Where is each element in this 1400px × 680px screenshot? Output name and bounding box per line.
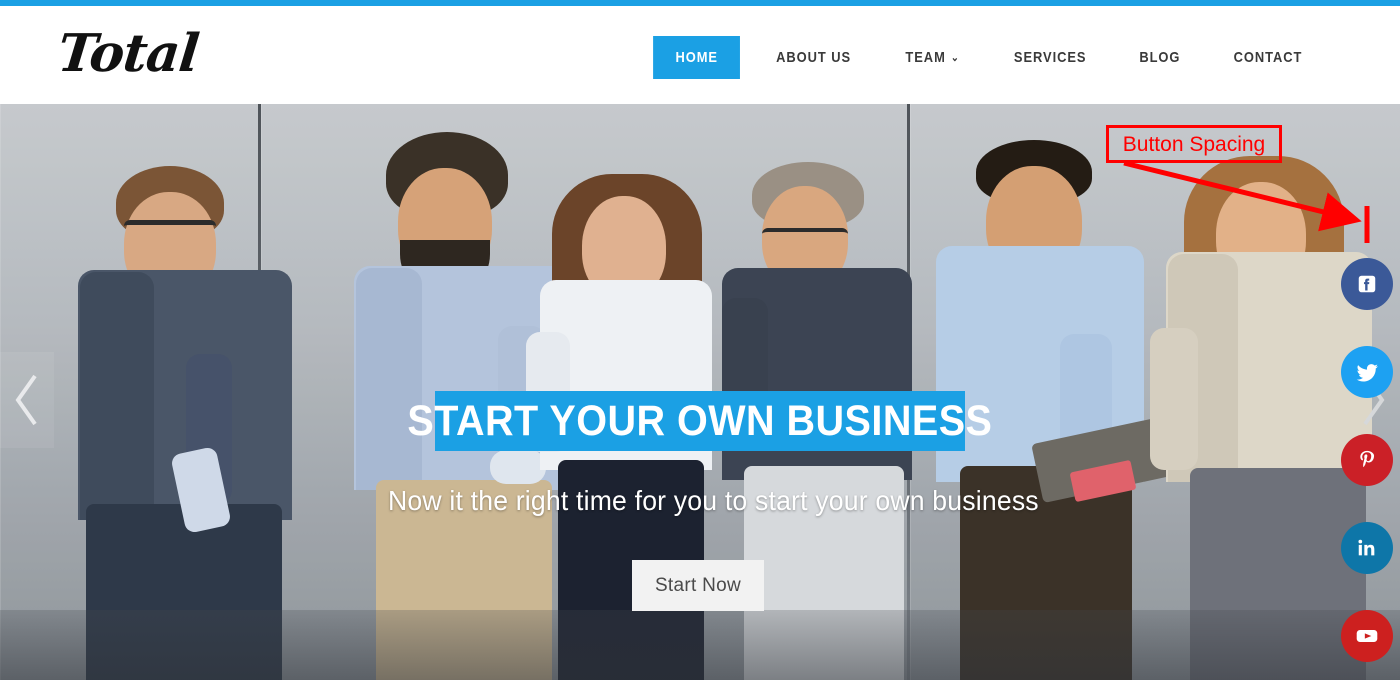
youtube-icon xyxy=(1356,630,1378,642)
nav-item-label: SERVICES xyxy=(1013,49,1087,66)
site-logo[interactable]: Total xyxy=(55,23,201,84)
nav-item-label: ABOUT US xyxy=(775,49,851,66)
nav-item-label: TEAM xyxy=(905,49,946,66)
nav-item-label: CONTACT xyxy=(1233,49,1303,66)
hero-slider: START YOUR OWN BUSINESS Now it the right… xyxy=(0,104,1400,680)
nav-item-about-us[interactable]: ABOUT US xyxy=(757,36,870,79)
chevron-down-icon: ⌄ xyxy=(950,52,960,64)
hero-title: START YOUR OWN BUSINESS xyxy=(407,396,993,445)
facebook-icon xyxy=(1358,275,1376,293)
linkedin-button[interactable] xyxy=(1341,522,1393,574)
nav-item-home[interactable]: HOME xyxy=(653,36,741,79)
carousel-prev-button[interactable] xyxy=(0,352,54,448)
nav-item-blog[interactable]: BLOG xyxy=(1121,36,1200,79)
nav-item-services[interactable]: SERVICES xyxy=(995,36,1105,79)
facebook-button[interactable] xyxy=(1341,258,1393,310)
main-navigation: HOME ABOUT US TEAM ⌄ SERVICES BLOG CONTAC… xyxy=(646,36,1330,79)
twitter-button[interactable] xyxy=(1341,346,1393,398)
nav-item-team[interactable]: TEAM ⌄ xyxy=(886,36,978,79)
nav-item-label: HOME xyxy=(675,49,719,66)
nav-item-contact[interactable]: CONTACT xyxy=(1215,36,1322,79)
site-header: Total HOME ABOUT US TEAM ⌄ SERVICES BLOG … xyxy=(0,6,1400,104)
hero-subtitle: Now it the right time for you to start y… xyxy=(388,485,1039,516)
pinterest-icon xyxy=(1360,450,1375,468)
nav-item-label: BLOG xyxy=(1139,49,1181,66)
linkedin-icon xyxy=(1358,539,1375,556)
youtube-button[interactable] xyxy=(1341,610,1393,662)
hero-title-bar: START YOUR OWN BUSINESS xyxy=(408,391,992,451)
twitter-icon xyxy=(1356,363,1378,381)
pinterest-button[interactable] xyxy=(1341,434,1393,486)
start-now-button[interactable]: Start Now xyxy=(632,560,764,611)
chevron-left-icon xyxy=(15,374,37,426)
